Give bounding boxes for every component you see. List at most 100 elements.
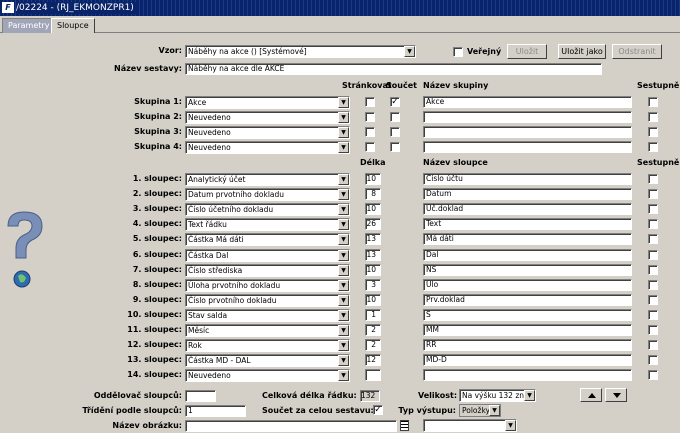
column-select[interactable]: Číslo střediska ▼ (185, 263, 350, 277)
group-strankovat-checkbox[interactable] (365, 112, 375, 122)
group-name-input[interactable] (423, 111, 632, 123)
column-name-input[interactable]: Úlo (423, 278, 632, 291)
chevron-down-icon[interactable]: ▼ (338, 97, 349, 108)
group-name-input[interactable] (423, 126, 632, 138)
column-delka-input[interactable]: 10 (365, 293, 381, 306)
ulozit-button[interactable]: Uložit (507, 44, 547, 59)
column-delka-input[interactable]: 12 (365, 354, 381, 367)
column-select[interactable]: Datum prvotního dokladu ▼ (185, 188, 350, 202)
column-sestupne-checkbox[interactable] (648, 264, 658, 275)
group-select[interactable]: Akce ▼ (185, 96, 350, 109)
column-name-input[interactable] (423, 369, 632, 382)
column-select[interactable]: Měsíc ▼ (185, 324, 350, 337)
column-select[interactable]: Text řádku ▼ (185, 218, 350, 232)
tab-sloupce[interactable]: Sloupce (51, 18, 95, 34)
group-select[interactable]: Neuvedeno ▼ (185, 141, 350, 154)
chevron-down-icon[interactable]: ▼ (338, 234, 349, 246)
group-name-input[interactable] (423, 141, 632, 153)
group-select[interactable]: Neuvedeno ▼ (185, 111, 350, 124)
chevron-down-icon[interactable]: ▼ (489, 405, 500, 416)
help-question-icon[interactable] (2, 208, 46, 300)
tab-parametry[interactable]: Parametry (2, 18, 56, 33)
group-sestupne-checkbox[interactable] (648, 142, 658, 152)
column-delka-input[interactable] (365, 369, 381, 382)
group-soucet-checkbox[interactable] (390, 112, 400, 122)
column-delka-input[interactable]: 8 (365, 188, 381, 201)
column-delka-input[interactable]: 13 (365, 233, 381, 246)
verejny-checkbox[interactable] (453, 47, 463, 57)
chevron-down-icon[interactable]: ▼ (505, 420, 516, 431)
ulozit-jako-button[interactable]: Uložit jako (558, 44, 606, 59)
column-sestupne-checkbox[interactable] (648, 279, 658, 290)
column-name-input[interactable]: RR (423, 339, 632, 352)
column-delka-input[interactable]: 2 (365, 339, 381, 352)
column-select[interactable]: Úloha prvotního dokladu ▼ (185, 278, 350, 292)
column-select[interactable]: Číslo prvotního dokladu ▼ (185, 293, 350, 307)
column-name-input[interactable]: Datum (423, 188, 632, 201)
trideni-input[interactable]: 1 (185, 405, 246, 417)
chevron-down-icon[interactable]: ▼ (338, 264, 349, 276)
chevron-down-icon[interactable]: ▼ (338, 340, 349, 352)
column-select[interactable]: Neuvedeno ▼ (185, 369, 350, 383)
group-sestupne-checkbox[interactable] (648, 97, 658, 107)
soucet-celou-checkbox[interactable]: ✓ (373, 405, 383, 415)
column-delka-input[interactable]: 1 (365, 308, 381, 321)
chevron-down-icon[interactable]: ▼ (338, 325, 349, 336)
group-strankovat-checkbox[interactable] (365, 127, 375, 137)
column-sestupne-checkbox[interactable] (648, 189, 658, 200)
group-soucet-checkbox[interactable] (390, 127, 400, 137)
column-select[interactable]: Částka Má dáti ▼ (185, 233, 350, 247)
chevron-down-icon[interactable]: ▼ (338, 204, 349, 216)
chevron-down-icon[interactable]: ▼ (338, 127, 349, 138)
move-up-button[interactable] (580, 388, 602, 402)
column-delka-input[interactable]: 10 (365, 203, 381, 216)
column-sestupne-checkbox[interactable] (648, 294, 658, 305)
column-select[interactable]: Číslo účetního dokladu ▼ (185, 203, 350, 217)
column-sestupne-checkbox[interactable] (648, 355, 658, 366)
group-strankovat-checkbox[interactable] (365, 142, 375, 152)
vzor-select[interactable]: Náběhy na akce () [Systémové] ▼ (185, 45, 416, 58)
group-soucet-checkbox[interactable]: ✓ (390, 97, 400, 107)
column-select[interactable]: Rok ▼ (185, 339, 350, 353)
column-name-input[interactable]: NS (423, 263, 632, 276)
column-sestupne-checkbox[interactable] (648, 219, 658, 230)
column-sestupne-checkbox[interactable] (648, 234, 658, 245)
column-select[interactable]: Částka Dal ▼ (185, 248, 350, 262)
group-sestupne-checkbox[interactable] (648, 127, 658, 137)
group-name-input[interactable]: Akce (423, 96, 632, 108)
chevron-down-icon[interactable]: ▼ (338, 355, 349, 367)
column-select[interactable]: Částka MD - DAL ▼ (185, 354, 350, 368)
column-delka-input[interactable]: 3 (365, 278, 381, 291)
column-select[interactable]: Stav salda ▼ (185, 308, 350, 322)
column-name-input[interactable]: MM (423, 324, 632, 336)
group-sestupne-checkbox[interactable] (648, 112, 658, 122)
column-delka-input[interactable]: 10 (365, 173, 381, 185)
chevron-down-icon[interactable]: ▼ (338, 249, 349, 261)
column-sestupne-checkbox[interactable] (648, 249, 658, 260)
column-sestupne-checkbox[interactable] (648, 340, 658, 351)
chevron-down-icon[interactable]: ▼ (404, 46, 415, 57)
list-icon[interactable] (400, 420, 409, 431)
typ-vystupu-select[interactable]: Položky ▼ (459, 404, 501, 417)
column-name-input[interactable]: Má dáti (423, 233, 632, 246)
column-delka-input[interactable]: 2 (365, 324, 381, 336)
column-select[interactable]: Analytický účet ▼ (185, 173, 350, 186)
velikost-select[interactable]: Na výšku 132 zn. ▼ (459, 389, 536, 402)
column-name-input[interactable]: S (423, 308, 632, 321)
chevron-down-icon[interactable]: ▼ (338, 112, 349, 123)
column-sestupne-checkbox[interactable] (648, 204, 658, 215)
group-select[interactable]: Neuvedeno ▼ (185, 126, 350, 139)
column-delka-input[interactable]: 13 (365, 248, 381, 261)
column-sestupne-checkbox[interactable] (648, 309, 658, 320)
column-name-input[interactable]: Číslo účtu (423, 173, 632, 185)
move-down-button[interactable] (605, 388, 627, 402)
oddelovac-input[interactable] (185, 390, 216, 402)
chevron-down-icon[interactable]: ▼ (338, 370, 349, 382)
column-name-input[interactable]: Úč.doklad (423, 203, 632, 216)
group-strankovat-checkbox[interactable] (365, 97, 375, 107)
chevron-down-icon[interactable]: ▼ (338, 309, 349, 321)
column-name-input[interactable]: Prv.doklad (423, 293, 632, 306)
nazev-sestavy-input[interactable]: Náběhy na akce dle AKCE (185, 63, 602, 75)
column-name-input[interactable]: Text (423, 218, 632, 231)
chevron-down-icon[interactable]: ▼ (338, 189, 349, 201)
